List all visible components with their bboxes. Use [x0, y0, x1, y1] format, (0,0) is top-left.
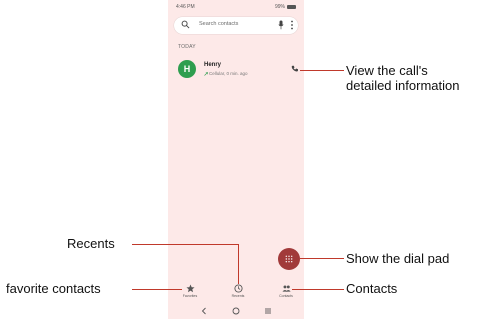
- more-options-icon[interactable]: [290, 19, 294, 31]
- annotation-call-detail: View the call's detailed information: [346, 63, 460, 93]
- search-placeholder: Search contacts: [199, 21, 239, 27]
- callout-line-contacts: [292, 289, 344, 291]
- avatar: H: [178, 60, 196, 78]
- callout-vline-recents: [238, 244, 240, 284]
- annotation-favorites: favorite contacts: [6, 281, 101, 296]
- phone-screen: 4:46 PM 99% Search contacts TODAY H Henr…: [168, 0, 304, 319]
- call-meta: Cellular, 0 min. ago: [204, 71, 248, 76]
- menu-icon[interactable]: [264, 307, 272, 315]
- search-icon: [181, 20, 190, 29]
- bottom-navigation: Favorites Recents Contacts: [168, 282, 304, 302]
- home-icon[interactable]: [232, 307, 240, 315]
- call-detail: Cellular, 0 min. ago: [209, 71, 248, 76]
- section-header-today: TODAY: [178, 44, 196, 50]
- clock-icon: [233, 284, 243, 293]
- annotation-recents: Recents: [67, 236, 115, 251]
- outgoing-call-arrow-icon: [204, 71, 208, 76]
- callout-line-favorites: [132, 289, 182, 291]
- callout-line-call-detail: [300, 70, 344, 72]
- callout-line-dial-pad: [300, 258, 344, 260]
- caller-name: Henry: [204, 62, 222, 68]
- search-bar[interactable]: Search contacts: [174, 17, 298, 34]
- call-log-item[interactable]: H Henry Cellular, 0 min. ago: [168, 58, 304, 84]
- battery-icon: [287, 5, 296, 9]
- phone-call-icon[interactable]: [291, 65, 298, 72]
- annotation-dial-pad: Show the dial pad: [346, 251, 450, 266]
- tab-favorites[interactable]: Favorites: [175, 284, 205, 298]
- callout-line-recents: [132, 244, 239, 246]
- annotation-contacts: Contacts: [346, 281, 398, 296]
- battery-percent: 99%: [274, 4, 285, 10]
- back-icon[interactable]: [200, 307, 208, 315]
- dialpad-icon: [285, 255, 293, 263]
- tab-favorites-label: Favorites: [182, 294, 198, 298]
- system-navigation: [168, 305, 304, 317]
- tab-contacts-label: Contacts: [279, 294, 293, 298]
- status-time: 4:46 PM: [176, 4, 195, 10]
- microphone-icon[interactable]: [278, 20, 284, 30]
- people-icon: [281, 285, 291, 292]
- star-icon: [185, 284, 195, 293]
- battery-status: 99%: [275, 4, 296, 10]
- status-bar: 4:46 PM 99%: [168, 0, 304, 12]
- tab-recents-label: Recents: [231, 294, 245, 298]
- tab-contacts[interactable]: Contacts: [271, 284, 301, 298]
- tab-recents[interactable]: Recents: [223, 284, 253, 298]
- dial-pad-button[interactable]: [278, 248, 300, 270]
